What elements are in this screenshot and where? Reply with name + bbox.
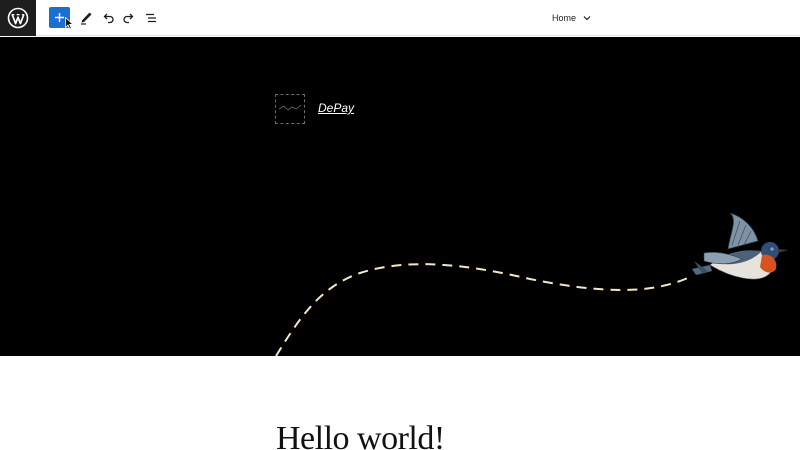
post-content-area: Hello world! [0,356,800,450]
post-title[interactable]: Hello world! [276,420,445,450]
undo-icon [103,13,114,24]
redo-icon [123,13,134,24]
list-view-button[interactable] [139,6,163,30]
site-header[interactable]: DePay [0,37,800,356]
pencil-icon [81,12,92,25]
chevron-down-icon [583,16,591,21]
document-title: Home [552,13,577,23]
wordpress-logo-icon[interactable] [0,0,36,36]
mouse-cursor-icon [65,17,74,30]
plus-icon [55,13,64,22]
document-title-dropdown[interactable]: Home [552,9,592,27]
bird-illustration [691,212,788,280]
list-view-icon [146,13,156,23]
tools-button[interactable] [74,6,98,30]
redo-button[interactable] [117,6,141,30]
dashed-flight-path [275,263,691,356]
editor-toolbar: Home [0,0,800,36]
